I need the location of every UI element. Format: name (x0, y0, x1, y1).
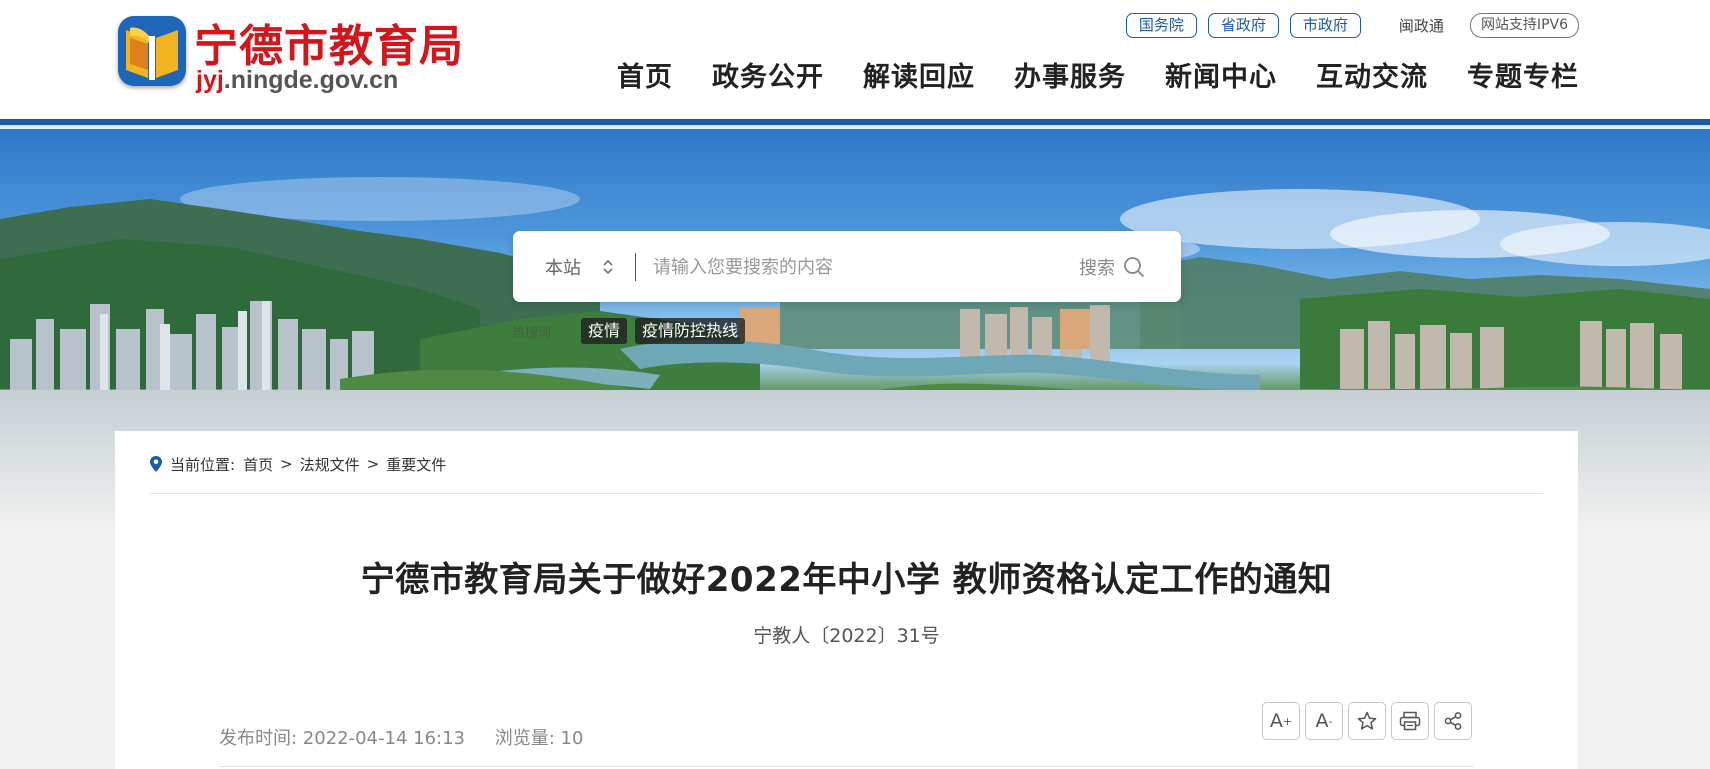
link-city-government[interactable]: 市政府 (1289, 13, 1361, 38)
header-accent-bar (0, 119, 1710, 129)
star-icon[interactable] (1348, 702, 1386, 740)
font-increase-plus: + (1282, 714, 1293, 728)
font-increase-letter: A (1269, 710, 1283, 732)
ipv6-badge: 网站支持IPV6 (1469, 13, 1579, 38)
main-nav: 首页 政务公开 解读回应 办事服务 新闻中心 互动交流 专题专栏 (578, 60, 1579, 96)
meta-divider (219, 766, 1474, 767)
publish-time: 发布时间: 2022-04-14 16:13 (219, 728, 465, 749)
nav-special-topics[interactable]: 专题专栏 (1467, 60, 1579, 96)
search-box: 本站 搜索 (513, 231, 1181, 302)
logo-name: 宁德市教育局 (194, 21, 464, 72)
search-button[interactable]: 搜索 (1079, 253, 1145, 281)
article-meta: 发布时间: 2022-04-14 16:13 浏览量: 10 (219, 724, 607, 750)
font-decrease-minus: - (1328, 714, 1333, 728)
breadcrumb-separator: > (366, 455, 380, 473)
search-divider (635, 253, 636, 281)
document-number: 宁教人〔2022〕31号 (753, 625, 940, 647)
article-title: 宁德市教育局关于做好2022年中小学 教师资格认定工作的通知 (360, 560, 1333, 600)
top-links: 国务院 省政府 市政府 闽政通 网站支持IPV6 (1115, 13, 1579, 38)
share-icon[interactable] (1434, 702, 1472, 740)
hot-tag-epidemic[interactable]: 疫情 (581, 318, 628, 344)
view-count: 浏览量: 10 (494, 728, 584, 749)
hot-search-label: 热搜词 (512, 325, 552, 341)
font-increase-icon[interactable]: A + (1262, 702, 1300, 740)
location-pin-icon (150, 456, 162, 472)
breadcrumb-home[interactable]: 首页 (243, 454, 273, 475)
breadcrumb-label: 当前位置: (170, 455, 236, 474)
search-scope-select[interactable]: 本站 (545, 254, 581, 280)
logo-url: jyj.ningde.gov.cn (196, 66, 398, 95)
printer-icon[interactable] (1391, 702, 1429, 740)
site-logo[interactable]: 宁德市教育局 jyj.ningde.gov.cn (118, 10, 478, 94)
nav-government-affairs[interactable]: 政务公开 (712, 60, 824, 96)
breadcrumb-separator: > (280, 455, 293, 473)
site-header: 宁德市教育局 jyj.ningde.gov.cn 国务院 省政府 市政府 闽政通… (0, 0, 1710, 119)
up-down-arrows-icon[interactable] (603, 259, 613, 275)
nav-interaction[interactable]: 互动交流 (1316, 60, 1428, 96)
logo-url-prefix: jyj (196, 66, 224, 94)
link-state-council[interactable]: 国务院 (1125, 13, 1197, 38)
link-provincial-government[interactable]: 省政府 (1207, 13, 1279, 38)
breadcrumb-divider (150, 493, 1543, 494)
search-icon (1124, 257, 1145, 278)
nav-interpretation[interactable]: 解读回应 (863, 60, 975, 96)
breadcrumb-important-files[interactable]: 重要文件 (386, 454, 446, 475)
nav-home[interactable]: 首页 (617, 60, 673, 96)
hot-tag-epidemic-hotline[interactable]: 疫情防控热线 (635, 318, 746, 344)
nav-news-center[interactable]: 新闻中心 (1165, 60, 1277, 96)
breadcrumb-regulations[interactable]: 法规文件 (300, 454, 360, 475)
article-toolbar: A + A- (1262, 702, 1472, 740)
search-button-label: 搜索 (1079, 258, 1115, 279)
book-emblem-icon (118, 16, 186, 86)
font-decrease-icon[interactable]: A- (1305, 702, 1343, 740)
search-input[interactable] (653, 247, 1053, 287)
breadcrumb: 当前位置: 首页 > 法规文件 > 重要文件 (150, 453, 446, 475)
link-min-zheng-tong[interactable]: 闽政通 (1399, 15, 1444, 36)
article-panel: 当前位置: 首页 > 法规文件 > 重要文件 宁德市教育局关于做好2022年中小… (115, 431, 1578, 769)
nav-services[interactable]: 办事服务 (1014, 60, 1126, 96)
font-decrease-letter: A (1315, 710, 1329, 732)
hot-search-bar: 热搜词 疫情 疫情防控热线 (512, 318, 753, 344)
logo-url-domain: .ningde.gov.cn (223, 66, 399, 94)
